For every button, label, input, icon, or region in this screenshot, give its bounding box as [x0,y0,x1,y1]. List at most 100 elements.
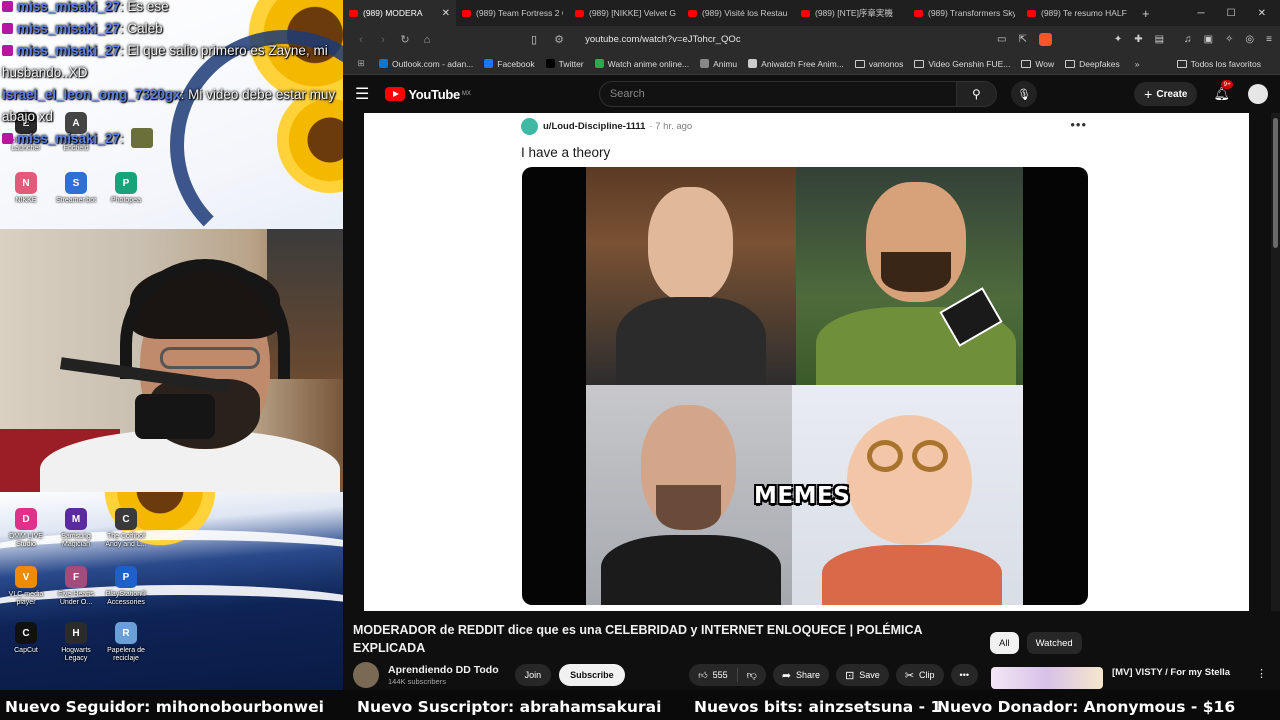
close-tab-icon[interactable]: ✕ [442,8,450,19]
tab-label: (989) Visité los Restau [702,8,788,18]
brave-shields-icon[interactable] [1038,33,1052,46]
shortcut-label: Papelera de reciclaje [107,647,145,662]
bookmark-item[interactable]: Aniwatch Free Anim... [748,59,844,69]
save-button[interactable]: ⊡ Save [836,664,889,686]
forward-icon[interactable]: › [373,34,393,46]
recommended-menu-icon[interactable]: ⋮ [1256,667,1267,680]
like-button[interactable]: 👍︎ 555 [689,668,738,682]
desktop-shortcut[interactable]: C The Coffinof Andy and L... [100,508,152,549]
tab-6[interactable]: (989) Te resumo HALF [1021,0,1134,26]
create-button[interactable]: + Create [1134,82,1198,106]
bookmark-item[interactable]: Deepfakes [1065,59,1120,69]
desktop-shortcut[interactable]: V VLC media player [0,566,52,607]
ticker-subscriber: Nuevo Suscriptor: abrahamsakurai [357,698,662,716]
reload-icon[interactable]: ↻ [395,33,415,46]
channel-name[interactable]: Aprendiendo DD Todo [388,664,499,676]
menu-icon[interactable]: ≡ [1266,34,1272,45]
all-bookmarks[interactable]: Todos los favoritos [1176,59,1272,69]
bookmark-item[interactable]: vamonos [854,59,903,69]
desktop-shortcut[interactable]: C CapCut [0,622,52,655]
dislike-button[interactable]: 👎︎ [738,669,766,681]
minimize-icon[interactable]: ─ [1198,8,1205,19]
sidebar-icon[interactable]: ▤ [1155,34,1164,45]
bookmark-item[interactable]: Animu [700,59,737,69]
save-label: Save [859,670,880,680]
share-page-icon[interactable]: ⇱ [1018,34,1026,45]
maximize-icon[interactable]: ☐ [1227,8,1236,19]
channel-avatar[interactable] [353,662,379,688]
tab-5[interactable]: (989) Transformers Sky [908,0,1021,26]
share-button[interactable]: ➦ Share [772,664,830,686]
puzzle-icon[interactable]: ✚ [1134,34,1142,45]
desktop-shortcut[interactable]: P Photopea [100,172,152,205]
search-button[interactable]: ⚲ [956,81,997,107]
desktop-shortcut[interactable]: H Hogwarts Legacy [50,622,102,663]
desktop-shortcut[interactable]: D DMM LIVE Studio [0,508,52,549]
home-icon[interactable]: ⌂ [417,34,437,46]
page-scrollbar[interactable] [1271,113,1280,690]
vpn-icon[interactable]: ◎ [1245,34,1254,45]
video-info: MODERADOR de REDDIT dice que es una CELE… [343,611,1280,690]
desktop-shortcut[interactable]: M Samsung Magician [50,508,102,549]
address-bar[interactable]: youtube.com/watch?v=eJTohcr_QOc [585,34,741,45]
hamburger-menu-icon[interactable]: ☰ [355,84,369,104]
wallet-icon[interactable]: ▣ [1204,34,1213,45]
bookmark-item[interactable]: Twitter [545,59,584,69]
close-window-icon[interactable]: ✕ [1258,8,1266,19]
back-icon[interactable]: ‹ [351,34,371,46]
post-header: u/Loud-Discipline-1111 · 7 hr. ago [521,118,692,135]
youtube-logo[interactable]: YouTube MX [385,87,471,102]
tab-2[interactable]: (989) [NIKKE] Velvet G [569,0,682,26]
headphones-icon [120,259,290,379]
bookmark-item[interactable]: Watch anime online... [594,59,689,69]
desktop-shortcut[interactable]: F Five Hearts Under O... [50,566,102,607]
bookmark-item[interactable]: Outlook.com - adan... [379,59,473,69]
chat-message: miss_misaki_27: El que salio primero es … [2,43,328,80]
new-tab-button[interactable]: + [1142,6,1150,21]
recommended-video[interactable]: [MV] VISTY / For my Stella ⋮ [991,667,1267,689]
more-bookmarks-icon[interactable]: » [1135,59,1140,69]
join-button[interactable]: Join [514,664,552,686]
cast-icon[interactable]: ▭ [997,34,1006,45]
desktop-shortcut[interactable]: P PlayStation® Accessories [100,566,152,607]
tab-0[interactable]: (989) MODERA ✕ [343,0,456,26]
extension-icon[interactable]: ✦ [1114,34,1122,45]
bookmark-icon[interactable]: ▯ [531,33,537,46]
desktop-shortcut[interactable]: R Papelera de reciclaje [100,622,152,663]
tab-4[interactable]: (989) [NTE]序章実機 [795,0,908,26]
apps-grid-icon[interactable]: ⊞ [351,58,371,69]
recommended-title[interactable]: [MV] VISTY / For my Stella [1112,667,1230,689]
search-input[interactable] [609,88,956,100]
chip-watched[interactable]: Watched [1026,632,1082,654]
site-info-icon[interactable]: ⚙ [549,33,569,46]
desktop-shortcut[interactable]: S Streamer.bot [50,172,102,205]
clip-button[interactable]: ✂ Clip [895,664,944,686]
music-icon[interactable]: ♫ [1184,34,1192,45]
recommended-thumbnail[interactable] [991,667,1103,689]
subscribe-button[interactable]: Subscribe [559,664,625,686]
tab-3[interactable]: (989) Visité los Restau [682,0,795,26]
scrollbar-thumb[interactable] [1273,118,1278,248]
tab-label: (989) [NIKKE] Velvet G [589,8,676,18]
chip-all[interactable]: All [990,632,1019,654]
chat-username: miss_misaki_27 [17,0,120,14]
more-actions-button[interactable]: ••• [950,664,978,686]
notifications-button[interactable]: 🔔︎ 9+ [1213,80,1233,102]
account-avatar[interactable] [1248,84,1268,104]
video-player[interactable]: u/Loud-Discipline-1111 · 7 hr. ago ••• I… [343,113,1280,611]
like-count: 555 [712,670,728,680]
folder-icon [1065,59,1076,68]
chat-badge-icon [2,23,13,34]
desktop-shortcut[interactable]: N NIKKE [0,172,52,205]
chat-username: israel_el_leon_omg_7320gx [2,87,181,102]
voice-search-button[interactable]: 🎙︎ [1010,81,1037,107]
bookmark-item[interactable]: Video Genshin FUE... [914,59,1010,69]
leo-icon[interactable]: ✧ [1225,34,1233,45]
bookmark-favicon-icon [748,59,758,68]
app-icon: S [65,172,87,194]
chat-text: Caleb [127,21,163,36]
bookmark-item[interactable]: Wow [1021,59,1054,69]
bookmark-item[interactable]: Facebook [484,59,535,69]
bookmark-favicon-icon [545,59,555,68]
tab-1[interactable]: (989) Team Fortress 2 C [456,0,569,26]
